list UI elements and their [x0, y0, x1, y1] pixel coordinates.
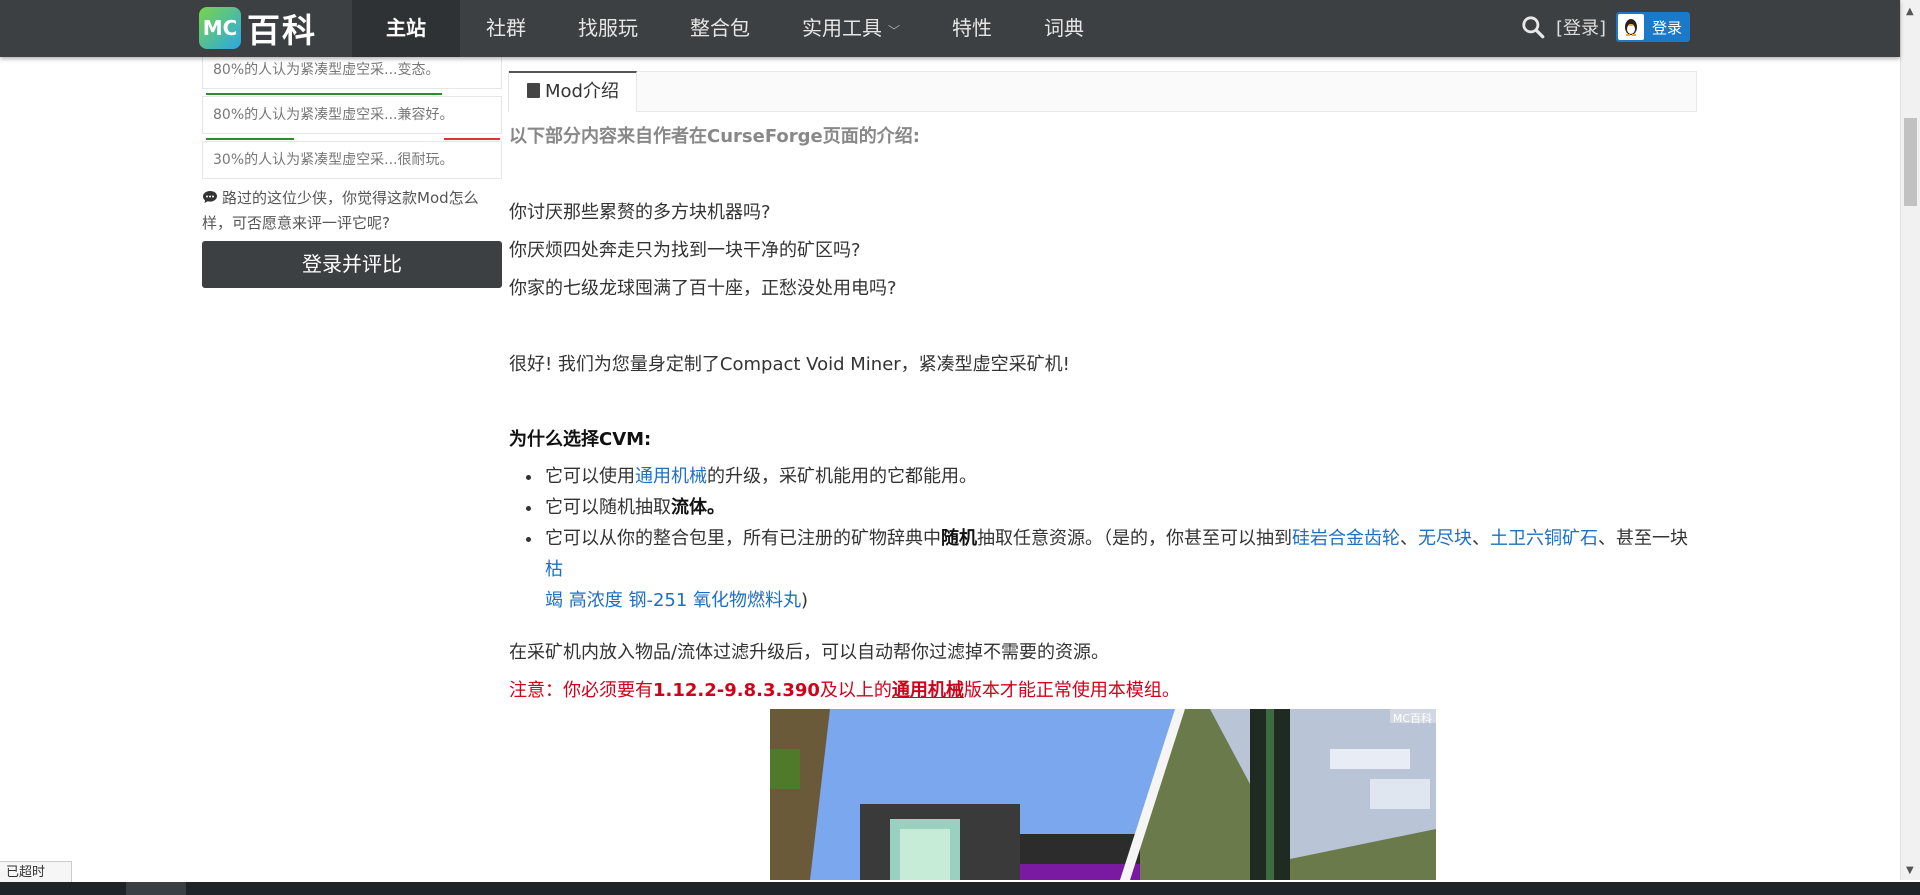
bold-text: 流体。 — [671, 497, 725, 518]
nav-item-dictionary[interactable]: 词典 — [1018, 0, 1110, 57]
text: 它可以随机抽取 — [545, 497, 671, 518]
taskbar-app-button[interactable] — [126, 882, 186, 895]
feature-list: 它可以使用通用机械的升级，采矿机能用的它都能用。 它可以随机抽取流体。 它可以从… — [543, 461, 1693, 616]
text: 、 — [1472, 528, 1490, 549]
logo-text: 百科 — [247, 11, 317, 50]
nav-item-tools[interactable]: 实用工具 ﹀ — [776, 0, 926, 57]
image-watermark: MC百科 — [1392, 712, 1432, 725]
site-logo[interactable]: MC 百科 — [199, 7, 317, 50]
nav-item-home[interactable]: 主站 — [352, 0, 460, 57]
nav-item-modpacks[interactable]: 整合包 — [664, 0, 776, 57]
content-tab-bar: Mod介绍 — [508, 71, 1697, 112]
nav-item-servers[interactable]: 找服玩 — [552, 0, 664, 57]
login-link[interactable]: [登录] — [1556, 14, 1606, 40]
text: 版本才能正常使用本模组。 — [963, 680, 1180, 701]
logo-mc-badge: MC — [199, 7, 241, 49]
tab-mod-intro-label: Mod介绍 — [545, 81, 619, 102]
list-item: 它可以使用通用机械的升级，采矿机能用的它都能用。 — [543, 461, 1693, 492]
mod-screenshot-image: MC百科 — [770, 709, 1436, 880]
paragraph: 你讨厌那些累赘的多方块机器吗? — [509, 202, 771, 223]
tab-mod-intro[interactable]: Mod介绍 — [509, 71, 637, 112]
link-mekanism[interactable]: 通用机械 — [635, 466, 707, 487]
list-item: 它可以从你的整合包里，所有已注册的矿物辞典中随机抽取任意资源。（是的，你甚至可以… — [543, 523, 1693, 616]
nav-right: [登录] 登录 — [1520, 12, 1690, 42]
text: 抽取任意资源。（是的，你甚至可以抽到 — [977, 528, 1292, 549]
comment-hint-text: 路过的这位少侠，你觉得这款Mod怎么样，可否愿意来评一评它呢? — [202, 189, 479, 232]
section-heading: 为什么选择CVM: — [509, 429, 652, 450]
paragraph: 很好! 我们为您量身定制了Compact Void Miner，紧凑型虚空采矿机… — [509, 354, 1070, 375]
intro-source: 以下部分内容来自作者在CurseForge页面的介绍: — [509, 126, 920, 147]
comment-hint: 路过的这位少侠，你觉得这款Mod怎么样，可否愿意来评一评它呢? — [202, 186, 502, 236]
rating-bar-good — [206, 138, 294, 140]
rating-text: 30%的人认为紧凑型虚空采...很耐玩。 — [213, 152, 454, 168]
rating-text: 80%的人认为紧凑型虚空采...兼容好。 — [213, 107, 454, 123]
text: 及以上的 — [819, 680, 892, 701]
scrollbar-thumb[interactable] — [1904, 118, 1917, 206]
status-timeout-tip: 已超时 — [0, 861, 72, 883]
chevron-down-icon: ﹀ — [888, 24, 901, 38]
top-navbar: MC 百科 主站 社群 找服玩 整合包 实用工具 ﹀ 特性 词典 [登录] 登录 — [0, 0, 1900, 57]
rating-bar-bad — [444, 138, 500, 140]
qq-login-label: 登录 — [1651, 18, 1682, 37]
document-icon — [527, 83, 540, 98]
paragraph: 你厌烦四处奔走只为找到一块干净的矿区吗? — [509, 240, 861, 261]
paragraph: 你家的七级龙球囤满了百十座，正愁没处用电吗? — [509, 278, 897, 299]
link-infinity-block[interactable]: 无尽块 — [1418, 528, 1472, 549]
version-note: 注意：你必须要有1.12.2-9.8.3.390及以上的通用机械版本才能正常使用… — [509, 676, 1180, 702]
list-item: 它可以随机抽取流体。 — [543, 492, 1693, 523]
nav-item-features[interactable]: 特性 — [926, 0, 1018, 57]
os-taskbar — [0, 882, 1920, 895]
qq-penguin-icon — [1617, 14, 1644, 40]
text: 、甚至一块 — [1598, 528, 1688, 549]
rating-card: 80%的人认为紧凑型虚空采...兼容好。 — [202, 96, 502, 134]
text: 它可以使用 — [545, 466, 635, 487]
link-silicon-alloy-gear[interactable]: 硅岩合金齿轮 — [1292, 528, 1400, 549]
text: 竭 高浓度 钢-251 氧化物燃料丸 — [545, 590, 802, 611]
scroll-down-icon[interactable]: ▼ — [1906, 865, 1914, 876]
paragraph: 在采矿机内放入物品/流体过滤升级后，可以自动帮你过滤掉不需要的资源。 — [509, 642, 1110, 663]
search-icon[interactable] — [1520, 14, 1546, 40]
text: 它可以从你的整合包里，所有已注册的矿物辞典中 — [545, 528, 941, 549]
main-nav: 主站 社群 找服玩 整合包 实用工具 ﹀ 特性 词典 — [352, 0, 1110, 57]
rating-text: 80%的人认为紧凑型虚空采...变态。 — [213, 62, 440, 78]
comment-icon — [203, 191, 217, 203]
page-scrollbar[interactable]: ▲ ▼ — [1900, 0, 1920, 880]
link-titan-copper-ore[interactable]: 土卫六铜矿石 — [1490, 528, 1598, 549]
login-and-rate-button[interactable]: 登录并评比 — [202, 241, 502, 288]
text: 、 — [1400, 528, 1418, 549]
link-mekanism[interactable]: 通用机械 — [892, 680, 964, 701]
link-depleted-fuel-pellet[interactable]: 枯竭 高浓度 钢-251 氧化物燃料丸 — [545, 559, 801, 611]
bold-text: 随机 — [941, 528, 977, 549]
version-text: 1.12.2-9.8.3.390 — [653, 680, 820, 701]
text: 枯 — [545, 559, 563, 580]
rating-card: 30%的人认为紧凑型虚空采...很耐玩。 — [202, 141, 502, 179]
scroll-up-icon[interactable]: ▲ — [1906, 6, 1914, 17]
nav-item-tools-label: 实用工具 — [802, 16, 882, 40]
text: 的升级，采矿机能用的它都能用。 — [707, 466, 977, 487]
nav-item-community[interactable]: 社群 — [460, 0, 552, 57]
qq-login-button[interactable]: 登录 — [1615, 12, 1690, 42]
rating-bar-good — [206, 93, 442, 95]
text: 注意：你必须要有 — [509, 680, 653, 701]
text: ) — [801, 590, 809, 611]
